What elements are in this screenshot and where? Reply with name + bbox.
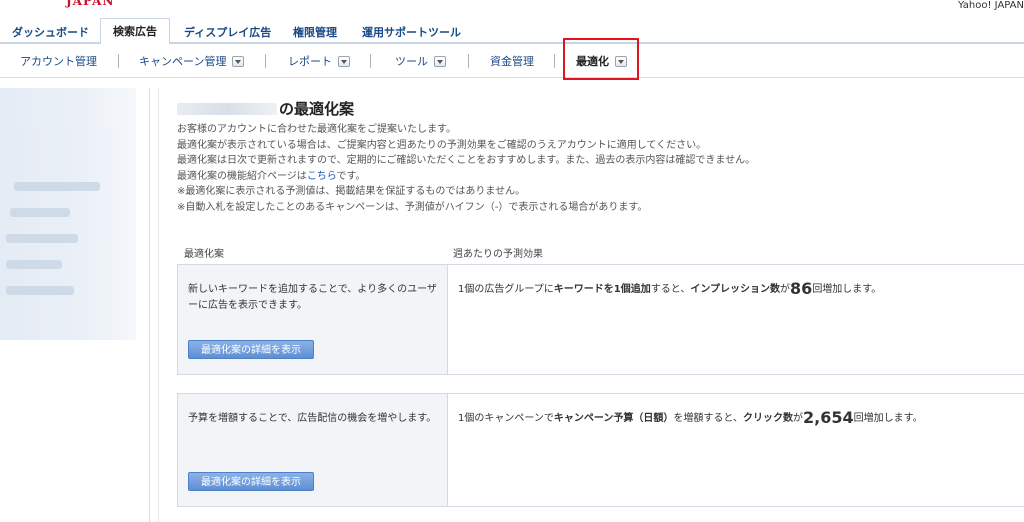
tab-permissions[interactable]: 権限管理 xyxy=(293,22,337,44)
user-account-label: Yahoo! JAPAN xyxy=(958,0,1024,11)
tab-search-ads[interactable]: 検索広告 xyxy=(100,18,170,46)
desc-line: 最適化案が表示されている場合は、ご提案内容と週あたりの予測効果をご確認のうえアカ… xyxy=(177,139,707,151)
subnav-label: ツール xyxy=(395,55,428,68)
feature-intro-link[interactable]: こちら xyxy=(307,171,337,182)
suggestion-cell: 予算を増額することで、広告配信の機会を増やします。 最適化案の詳細を表示 xyxy=(178,394,448,506)
suggestion-text: 新しいキーワードを追加することで、より多くのユーザーに広告を表示できます。 xyxy=(188,284,437,311)
divider xyxy=(554,54,555,68)
main-content: の最適化案 お客様のアカウントに合わせた最適化案をご提案いたします。 最適化案が… xyxy=(158,88,1024,522)
subnav-label: レポート xyxy=(288,55,332,68)
table-row: 新しいキーワードを追加することで、より多くのユーザーに広告を表示できます。 最適… xyxy=(177,264,1024,375)
view-details-button[interactable]: 最適化案の詳細を表示 xyxy=(188,340,314,359)
yahoo-logo[interactable]: JAPAN xyxy=(66,0,114,8)
sidebar-item[interactable] xyxy=(10,208,70,217)
effect-text: 回増加します。 xyxy=(853,413,923,424)
suggestion-text: 予算を増額することで、広告配信の機会を増やします。 xyxy=(188,413,437,424)
divider xyxy=(370,54,371,68)
effect-text: が xyxy=(792,413,803,424)
link-prefix: 最適化案の機能紹介ページは xyxy=(177,170,307,182)
tab-support-tools[interactable]: 運用サポートツール xyxy=(362,22,461,44)
divider xyxy=(265,54,266,68)
desc-line: お客様のアカウントに合わせた最適化案をご提案いたします。 xyxy=(177,124,456,135)
description: お客様のアカウントに合わせた最適化案をご提案いたします。 最適化案が表示されてい… xyxy=(177,122,755,215)
sidebar xyxy=(0,88,150,522)
subnav-account-management[interactable]: アカウント管理 xyxy=(20,53,97,69)
sub-navigation: アカウント管理 キャンペーン管理 レポート ツール 資金管理 最適化 xyxy=(0,44,1024,78)
sidebar-item[interactable] xyxy=(6,234,78,243)
top-strip: JAPAN Yahoo! JAPAN xyxy=(0,0,1024,18)
subnav-tools[interactable]: ツール xyxy=(395,53,446,69)
sidebar-item[interactable] xyxy=(6,286,74,295)
desc-line-link: 最適化案の機能紹介ページはこちらです。 xyxy=(177,169,755,185)
dropdown-arrow-icon[interactable] xyxy=(338,55,350,67)
sidebar-item[interactable] xyxy=(14,182,100,191)
suggestion-cell: 新しいキーワードを追加することで、より多くのユーザーに広告を表示できます。 最適… xyxy=(178,265,448,374)
view-details-button[interactable]: 最適化案の詳細を表示 xyxy=(188,472,314,491)
effect-emphasis: キャンペーン予算（日額） xyxy=(553,413,674,424)
table-header: 最適化案 週あたりの予測効果 xyxy=(177,238,1024,264)
effect-text: 1個のキャンペーンで xyxy=(458,413,554,424)
effect-text: 回増加します。 xyxy=(812,284,882,295)
subnav-label: 資金管理 xyxy=(490,55,534,68)
subnav-reports[interactable]: レポート xyxy=(288,53,350,69)
sidebar-blurred-area xyxy=(0,88,136,340)
effect-text: が xyxy=(780,284,791,295)
effect-cell: 1個のキャンペーンでキャンペーン予算（日額）を増額すると、クリック数が2,654… xyxy=(449,394,1024,506)
effect-text: を増額すると、 xyxy=(673,413,743,424)
optimization-table: 最適化案 週あたりの予測効果 新しいキーワードを追加することで、より多くのユーザ… xyxy=(177,238,1024,507)
column-header-suggestion: 最適化案 xyxy=(184,249,224,260)
divider xyxy=(468,54,469,68)
note-line: ※最適化案に表示される予測値は、掲載結果を保証するものではありません。 xyxy=(177,186,526,197)
subnav-label: キャンペーン管理 xyxy=(139,55,227,68)
subnav-label: アカウント管理 xyxy=(20,55,97,68)
effect-cell: 1個の広告グループにキーワードを1個追加すると、インプレッション数が86回増加し… xyxy=(449,265,1024,374)
note-line: ※自動入札を設定したことのあるキャンペーンは、予測値がハイフン（-）で表示される… xyxy=(177,201,648,213)
sidebar-item[interactable] xyxy=(6,260,62,269)
desc-line: 最適化案は日次で更新されますので、定期的にご確認いただくことをおすすめします。ま… xyxy=(177,155,756,166)
dropdown-arrow-icon[interactable] xyxy=(434,55,446,67)
effect-text: すると、 xyxy=(650,284,691,295)
highlight-annotation xyxy=(563,38,639,80)
link-suffix: です。 xyxy=(336,170,366,182)
subnav-funds[interactable]: 資金管理 xyxy=(490,53,534,69)
table-row: 予算を増額することで、広告配信の機会を増やします。 最適化案の詳細を表示 1個の… xyxy=(177,393,1024,507)
column-header-effect: 週あたりの予測効果 xyxy=(453,249,543,260)
effect-metric: クリック数 xyxy=(742,413,793,424)
dropdown-arrow-icon[interactable] xyxy=(232,55,245,67)
divider xyxy=(118,54,119,68)
effect-text: 1個の広告グループに xyxy=(458,284,554,295)
subnav-campaign-management[interactable]: キャンペーン管理 xyxy=(139,53,245,69)
effect-number: 86 xyxy=(790,279,813,298)
page-title: の最適化案 xyxy=(177,98,354,119)
effect-number: 2,654 xyxy=(802,408,854,427)
effect-metric: インプレッション数 xyxy=(690,284,781,295)
main-tab-bar: ダッシュボード 検索広告 ディスプレイ広告 権限管理 運用サポートツール xyxy=(0,18,1024,46)
account-name-masked xyxy=(177,102,277,115)
tab-dashboard[interactable]: ダッシュボード xyxy=(12,22,89,44)
tab-display-ads[interactable]: ディスプレイ広告 xyxy=(184,22,271,44)
effect-emphasis: キーワードを1個追加 xyxy=(553,284,651,295)
page-title-text: の最適化案 xyxy=(279,100,355,118)
